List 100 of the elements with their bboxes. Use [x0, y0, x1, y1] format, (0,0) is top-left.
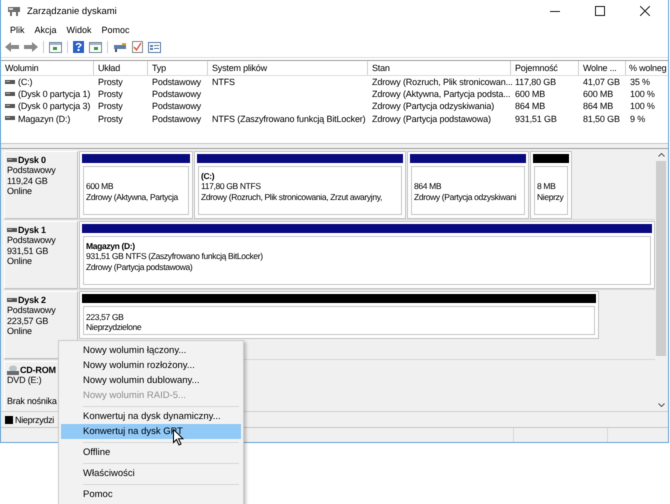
column-header[interactable]: % wolneg: [626, 61, 670, 75]
table-cell: 600 MB: [515, 89, 546, 100]
table-cell: Zdrowy (Partycja podstawowa): [372, 114, 491, 124]
menu-item[interactable]: Plik: [5, 25, 30, 35]
table-cell: Prosty: [98, 101, 123, 112]
table-cell: Zdrowy (Partycja odzyskiwania): [372, 101, 494, 112]
table-cell: NTFS (Zaszyfrowano funkcją BitLocker): [212, 114, 366, 124]
disk-info: 931,51 GB: [7, 246, 50, 256]
menu-item[interactable]: Widok: [62, 25, 97, 35]
list-icon[interactable]: [148, 42, 161, 52]
table-cell: NTFS: [212, 77, 235, 88]
table-cell: 864 MB: [583, 101, 614, 112]
disk-label[interactable]: Dysk 1 Podstawowy 931,51 GB Online: [4, 221, 78, 289]
table-cell: Podstawowy: [152, 89, 202, 100]
partition-bar: [533, 154, 569, 163]
table-cell: (C:): [18, 77, 32, 88]
disk-info: Podstawowy: [7, 235, 57, 246]
partition-info: Zdrowy (Aktywna, Partycja: [86, 192, 180, 202]
legend-label: Nieprzydzi: [15, 414, 54, 424]
table-cell: 35 %: [630, 77, 650, 88]
scroll-up-icon[interactable]: [658, 153, 664, 157]
back-arrow-icon[interactable]: [5, 42, 19, 52]
table-cell: 864 MB: [515, 101, 546, 112]
volume-icon: [5, 116, 15, 122]
forward-arrow-icon[interactable]: [24, 42, 38, 52]
partition[interactable]: 600 MB Zdrowy (Aktywna, Partycja: [79, 151, 193, 219]
partition-info: 8 MB: [537, 181, 556, 192]
partition-title: Magazyn (D:): [86, 241, 136, 251]
partition-info: Zdrowy (Partycja podstawowa): [86, 262, 194, 272]
disk-info: Online: [7, 326, 33, 336]
partition-title: (C:): [201, 171, 216, 181]
menu-item[interactable]: Pomoc: [96, 25, 135, 35]
partition-info: Zdrowy (Partycja odzyskiwani: [414, 192, 518, 202]
disk-label[interactable]: Dysk 0 Podstawowy 119,24 GB Online: [4, 151, 78, 219]
disk-info: Podstawowy: [7, 305, 57, 316]
disk-label[interactable]: Dysk 2 Podstawowy 223,57 GB Online: [4, 291, 78, 359]
disk-name: Dysk 1: [18, 225, 46, 235]
column-header[interactable]: Układ: [94, 61, 148, 75]
partition-info: 600 MB: [86, 181, 114, 192]
console-tree-icon[interactable]: [49, 42, 62, 52]
partition[interactable]: 8 MB Nieprzy: [530, 151, 572, 219]
table-cell: 81,50 GB: [583, 114, 620, 124]
maximize-icon[interactable]: [595, 6, 605, 16]
disk-info: 119,24 GB: [7, 176, 49, 186]
menu-item[interactable]: Akcja: [30, 25, 62, 35]
menu-item[interactable]: Nowy wolumin dublowany...: [61, 373, 241, 388]
table-cell: Prosty: [98, 89, 123, 100]
table-cell: (Dysk 0 partycja 1): [18, 89, 90, 100]
table-cell: 9 %: [630, 114, 646, 124]
table-cell: 600 MB: [583, 89, 614, 100]
table-cell: Prosty: [98, 77, 123, 88]
table-cell: Zdrowy (Rozruch, Plik stronicowan...: [372, 77, 513, 88]
column-header[interactable]: Typ: [148, 61, 208, 75]
table-cell: 100 %: [630, 89, 655, 100]
partition-info: Nieprzy: [537, 192, 565, 202]
disk-info: 223,57 GB: [7, 316, 50, 326]
column-header[interactable]: Pojemność: [511, 61, 579, 75]
partition-info: 223,57 GB: [86, 312, 124, 322]
table-cell: Podstawowy: [152, 77, 202, 88]
partition-info: 864 MB: [414, 181, 442, 192]
menu-item[interactable]: Pomoc: [61, 487, 241, 502]
disk-name: Dysk 2: [18, 295, 46, 305]
disk-name: Dysk 0: [18, 155, 46, 165]
menu-item[interactable]: Nowy wolumin rozłożony...: [61, 358, 241, 373]
checklist-icon[interactable]: [132, 41, 143, 53]
menu-item[interactable]: Offline: [61, 445, 241, 460]
disk-info: Online: [7, 186, 33, 196]
volume-icon: [5, 80, 15, 85]
table-cell: Podstawowy: [152, 114, 202, 124]
menu-item[interactable]: Konwertuj na dysk dynamiczny...: [61, 409, 241, 424]
close-icon[interactable]: [640, 6, 650, 16]
partition[interactable]: (C:) 117,80 GB NTFS Zdrowy (Rozruch, Plik stronicowania, Zrzut awaryjny,: [194, 151, 406, 219]
scrollbar-thumb[interactable]: [656, 161, 666, 356]
column-header[interactable]: System plików: [208, 61, 368, 75]
disk-management-icon: [7, 5, 21, 17]
partition[interactable]: 864 MB Zdrowy (Partycja odzyskiwani: [407, 151, 529, 219]
partition-info: Zdrowy (Rozruch, Plik stronicowania, Zrzut awaryjny,: [201, 192, 383, 202]
column-header[interactable]: Wolne ...: [579, 61, 626, 75]
cd-drive-icon: [7, 365, 19, 375]
table-cell: Prosty: [98, 114, 123, 124]
partition-info: 931,51 GB NTFS (Zaszyfrowano funkcją BitLocker): [86, 251, 264, 262]
connect-icon[interactable]: [113, 42, 127, 52]
scroll-down-icon[interactable]: [658, 403, 664, 407]
volume-icon: [5, 92, 15, 97]
window-title: Zarządzanie dyskami: [27, 6, 117, 16]
table-cell: (Dysk 0 partycja 3): [18, 101, 90, 112]
menu-item[interactable]: Właściwości: [61, 466, 241, 481]
action-pane-icon[interactable]: [89, 42, 102, 52]
partition[interactable]: Magazyn (D:) 931,51 GB NTFS (Zaszyfrowano funkcją BitLocker) Zdrowy (Partycja podstawowa): [79, 221, 655, 289]
table-cell: 931,51 GB: [515, 114, 557, 124]
media-status: Brak nośnika: [7, 396, 58, 406]
disk-info: Podstawowy: [7, 165, 57, 176]
help-icon[interactable]: [73, 41, 84, 53]
partition[interactable]: 223,57 GB Nieprzydzielone: [79, 291, 599, 339]
disk-info: DVD (E:): [7, 375, 42, 386]
table-cell: 41,07 GB: [583, 77, 620, 88]
partition-info: 117,80 GB NTFS: [201, 181, 262, 192]
column-header[interactable]: Wolumin: [1, 61, 94, 75]
column-header[interactable]: Stan: [368, 61, 511, 75]
table-cell: 117,80 GB: [515, 77, 556, 88]
